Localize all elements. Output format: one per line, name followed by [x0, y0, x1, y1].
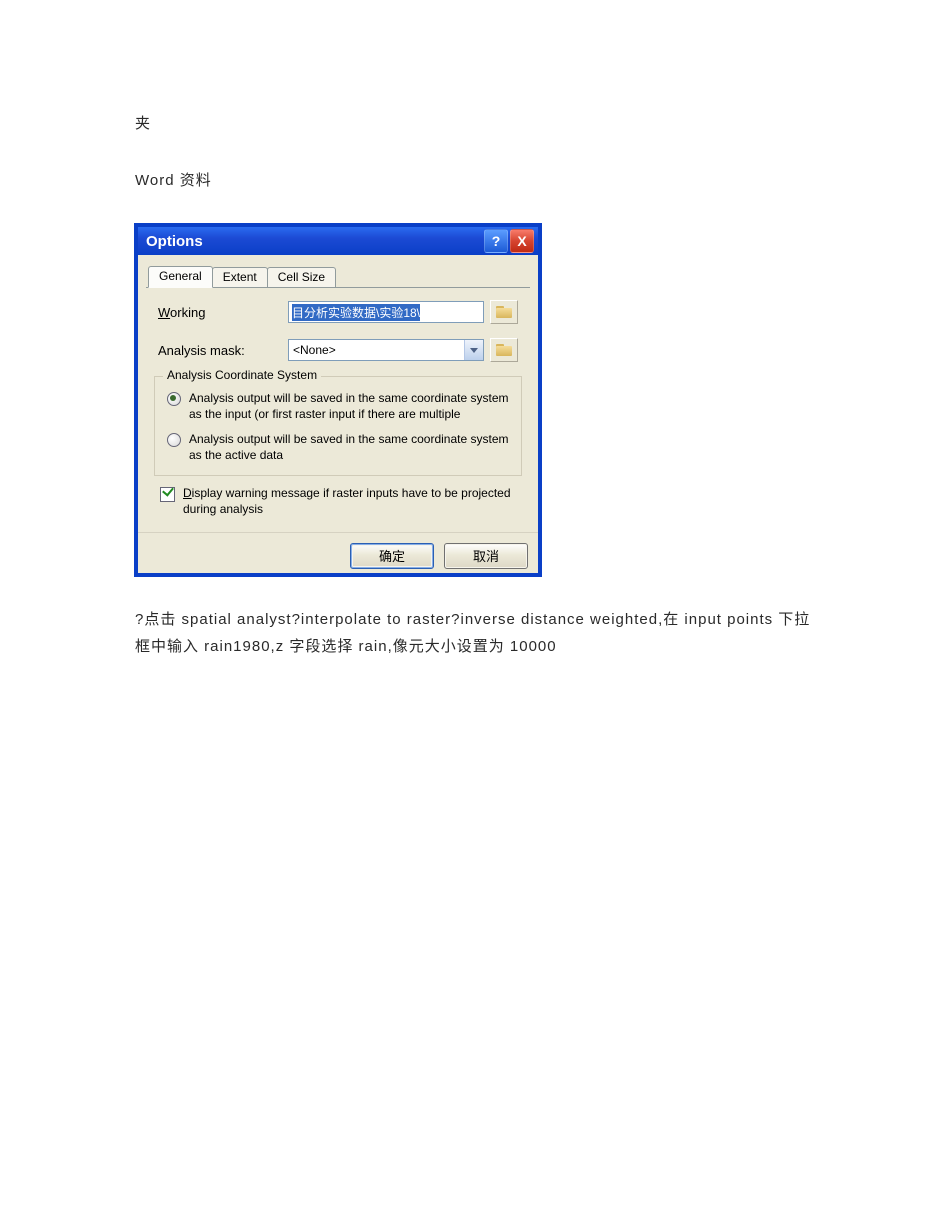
doc-line-2: Word 资料	[135, 167, 815, 194]
warning-label-text: isplay warning message if raster inputs …	[183, 486, 511, 516]
help-button[interactable]: ?	[484, 229, 508, 253]
working-browse-button[interactable]	[490, 300, 518, 324]
coord-system-group: Analysis Coordinate System Analysis outp…	[154, 376, 522, 476]
help-icon: ?	[492, 233, 501, 249]
close-button[interactable]: X	[510, 229, 534, 253]
working-label-text: orking	[170, 305, 205, 320]
radio-same-as-input-row[interactable]: Analysis output will be saved in the sam…	[165, 391, 511, 422]
tab-general[interactable]: General	[148, 266, 213, 288]
dialog-title: Options	[146, 233, 203, 250]
options-dialog: Options ? X General Extent Cell Size Wor…	[135, 224, 541, 576]
warning-label: Display warning message if raster inputs…	[183, 486, 518, 517]
document-page: 夹 Word 资料 Options ? X General Extent Cel…	[0, 0, 950, 716]
working-value: 目分析实验数据\实验18\	[292, 304, 420, 321]
mask-row: Analysis mask: <None>	[158, 338, 518, 362]
tab-cellsize[interactable]: Cell Size	[267, 267, 336, 287]
group-legend: Analysis Coordinate System	[163, 368, 321, 382]
tab-extent[interactable]: Extent	[212, 267, 268, 287]
radio-same-as-input-label: Analysis output will be saved in the sam…	[189, 391, 511, 422]
titlebar-controls: ? X	[484, 229, 534, 253]
radio-same-as-active[interactable]	[167, 433, 181, 447]
warning-checkbox[interactable]	[160, 487, 175, 502]
tab-strip: General Extent Cell Size	[146, 265, 530, 288]
radio-same-as-active-label: Analysis output will be saved in the sam…	[189, 432, 511, 463]
folder-icon	[496, 306, 512, 318]
folder-icon	[496, 344, 512, 356]
radio-same-as-input[interactable]	[167, 392, 181, 406]
doc-body-paragraph: ?点击 spatial analyst?interpolate to raste…	[135, 606, 815, 662]
ok-button[interactable]: 确定	[350, 543, 434, 569]
doc-line-1: 夹	[135, 110, 815, 137]
working-input[interactable]: 目分析实验数据\实验18\	[288, 301, 484, 323]
titlebar[interactable]: Options ? X	[138, 227, 538, 255]
dialog-client: General Extent Cell Size Working 目分析实验数据…	[138, 255, 538, 532]
close-icon: X	[517, 233, 526, 249]
working-row: Working 目分析实验数据\实验18\	[158, 300, 518, 324]
mask-combobox[interactable]: <None>	[288, 339, 484, 361]
button-bar: 确定 取消	[138, 532, 538, 573]
working-accel: W	[158, 305, 170, 320]
mask-value: <None>	[289, 340, 464, 360]
mask-browse-button[interactable]	[490, 338, 518, 362]
mask-label: Analysis mask:	[158, 343, 288, 358]
cancel-button[interactable]: 取消	[444, 543, 528, 569]
warning-check-row[interactable]: Display warning message if raster inputs…	[158, 486, 518, 517]
chevron-down-icon[interactable]	[464, 340, 483, 360]
radio-same-as-active-row[interactable]: Analysis output will be saved in the sam…	[165, 432, 511, 463]
working-label: Working	[158, 305, 288, 320]
warning-accel: D	[183, 486, 192, 500]
